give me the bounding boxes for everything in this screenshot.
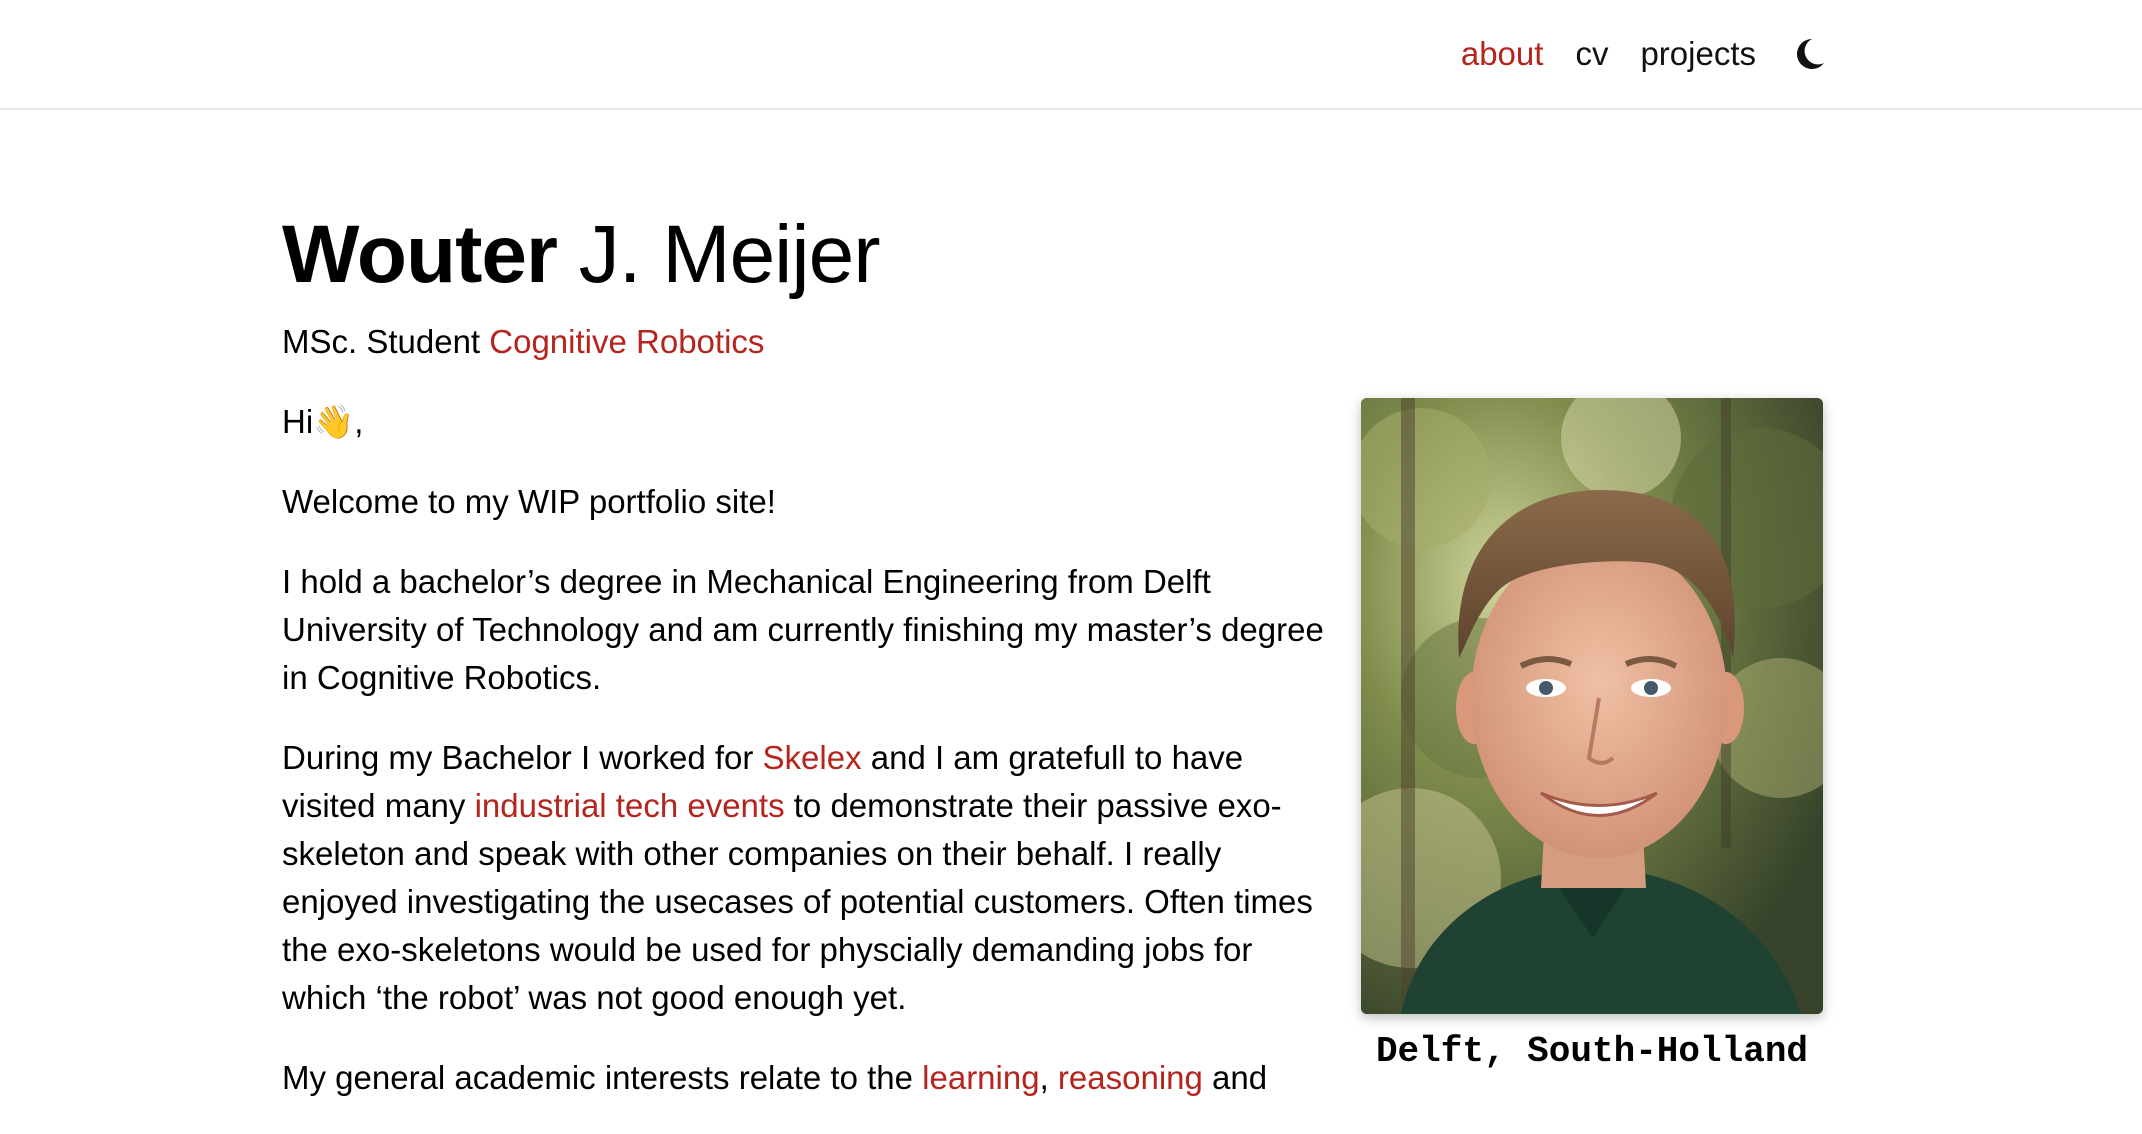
top-navbar: about cv projects [0, 0, 2142, 110]
interests-text-2: , [1039, 1059, 1058, 1096]
link-skelex[interactable]: Skelex [763, 739, 862, 776]
link-learning[interactable]: learning [922, 1059, 1039, 1096]
education-paragraph: I hold a bachelor’s degree in Mechanical… [282, 563, 1324, 696]
subtitle-link-cognitive-robotics[interactable]: Cognitive Robotics [489, 323, 764, 360]
nav-item-cv[interactable]: cv [1575, 30, 1608, 78]
profile-card: Delft, South-Holland [1361, 398, 1823, 1074]
welcome-paragraph: Welcome to my WIP portfolio site! [282, 483, 776, 520]
theme-toggle-button[interactable] [1794, 37, 1826, 71]
interests-text-3: and [1202, 1059, 1268, 1096]
greeting-paragraph: Hi👋, [282, 403, 364, 440]
profile-photo-illustration [1361, 398, 1823, 1014]
title-rest-name: J. Meijer [556, 209, 881, 300]
nav-item-about[interactable]: about [1461, 30, 1544, 78]
page-title: Wouter J. Meijer [282, 205, 881, 305]
interests-paragraph: My general academic interests relate to … [282, 1054, 1342, 1102]
profile-photo [1361, 398, 1823, 1014]
link-reasoning[interactable]: reasoning [1058, 1059, 1203, 1096]
nav-links: about cv projects [1461, 30, 1826, 78]
interests-text-1: My general academic interests relate to … [282, 1059, 923, 1096]
about-text: Hi👋, Welcome to my WIP portfolio site! I… [282, 398, 1342, 1134]
nav-item-projects[interactable]: projects [1640, 30, 1756, 78]
moon-icon [1797, 39, 1824, 69]
link-industrial-tech-events[interactable]: industrial tech events [475, 787, 785, 824]
title-first-name: Wouter [282, 209, 558, 300]
work-text-1: During my Bachelor I worked for [282, 739, 763, 776]
page-subtitle: MSc. Student Cognitive Robotics [282, 320, 764, 364]
photo-caption: Delft, South-Holland [1375, 1031, 1809, 1072]
subtitle-prefix: MSc. Student [282, 323, 490, 360]
work-paragraph: During my Bachelor I worked for Skelex a… [282, 734, 1342, 1022]
